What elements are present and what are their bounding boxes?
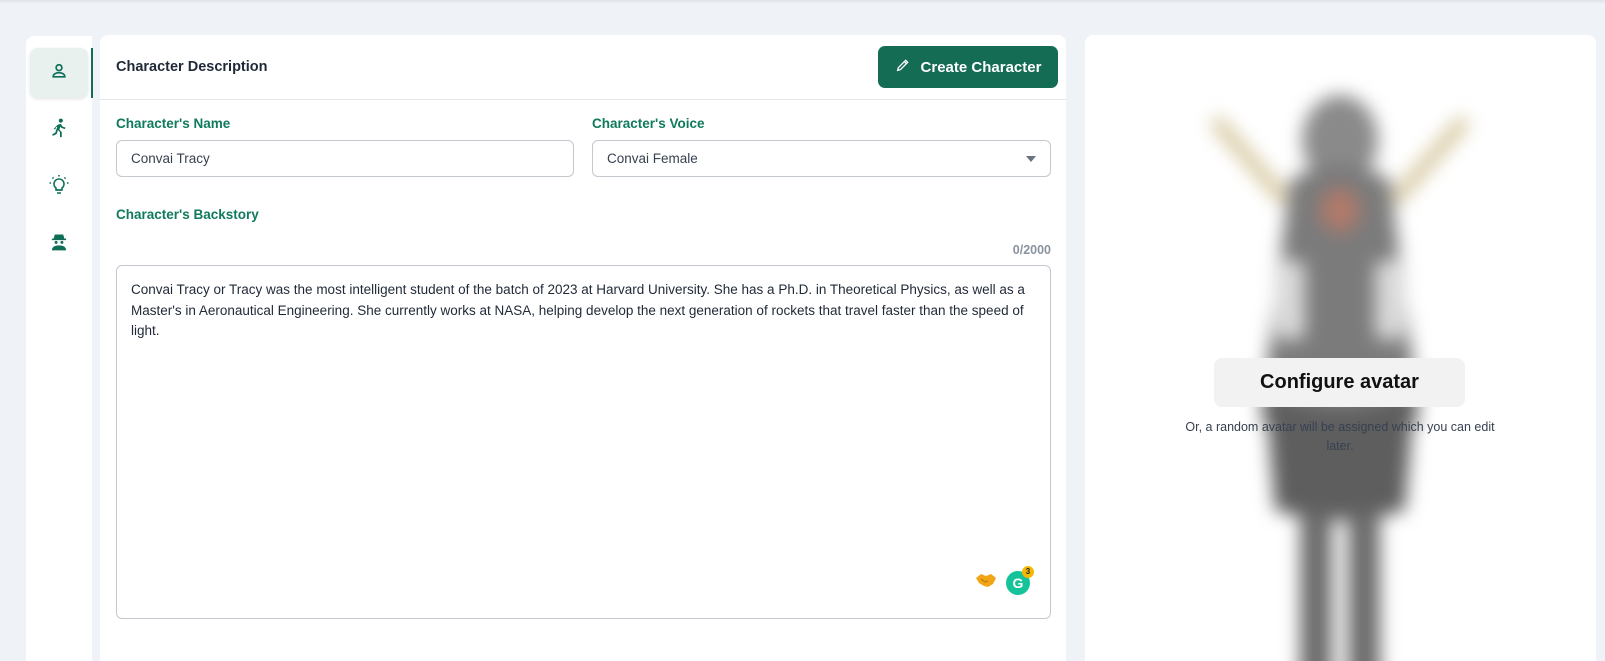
name-field-label: Character's Name	[116, 116, 231, 131]
grammarly-icon[interactable]: G 3	[1006, 565, 1034, 595]
grammarly-count-badge: 3	[1022, 565, 1034, 578]
sidebar-item-character[interactable]	[30, 48, 88, 98]
lightbulb-icon	[47, 173, 71, 202]
avatar-note: Or, a random avatar will be assigned whi…	[1185, 420, 1495, 453]
character-description-panel: Character Description Create Character C…	[100, 35, 1066, 661]
create-character-button[interactable]: Create Character	[878, 46, 1058, 88]
backstory-text: Convai Tracy or Tracy was the most intel…	[131, 282, 1025, 338]
avatar-panel: Configure avatar Or, a random avatar wil…	[1085, 35, 1596, 661]
backstory-field-label: Character's Backstory	[116, 207, 259, 222]
person-icon	[49, 61, 69, 86]
backstory-textarea[interactable]: Convai Tracy or Tracy was the most intel…	[116, 265, 1051, 619]
character-name-input[interactable]: Convai Tracy	[116, 140, 574, 177]
configure-avatar-button[interactable]: Configure avatar	[1214, 358, 1465, 407]
sidebar	[26, 36, 93, 661]
voice-field-label: Character's Voice	[592, 116, 705, 131]
chevron-down-icon	[1026, 156, 1036, 162]
sidebar-item-personality[interactable]	[30, 219, 88, 269]
pencil-icon	[895, 57, 911, 77]
page-title: Character Description	[116, 59, 268, 75]
panel-header: Character Description Create Character	[100, 35, 1066, 100]
spy-icon	[49, 232, 69, 257]
active-indicator	[91, 48, 93, 98]
sidebar-item-knowledge[interactable]	[30, 162, 88, 212]
create-character-label: Create Character	[920, 58, 1042, 76]
handshake-icon[interactable]	[974, 570, 998, 597]
character-voice-select[interactable]: Convai Female	[592, 140, 1051, 177]
textarea-extension-icons: G 3	[974, 565, 1034, 597]
character-voice-value: Convai Female	[607, 151, 698, 166]
top-shadow	[0, 0, 1605, 4]
character-name-value: Convai Tracy	[131, 151, 210, 166]
sidebar-item-actions[interactable]	[30, 105, 88, 155]
backstory-char-counter: 0/2000	[1012, 243, 1051, 257]
running-figure-icon	[48, 117, 70, 144]
